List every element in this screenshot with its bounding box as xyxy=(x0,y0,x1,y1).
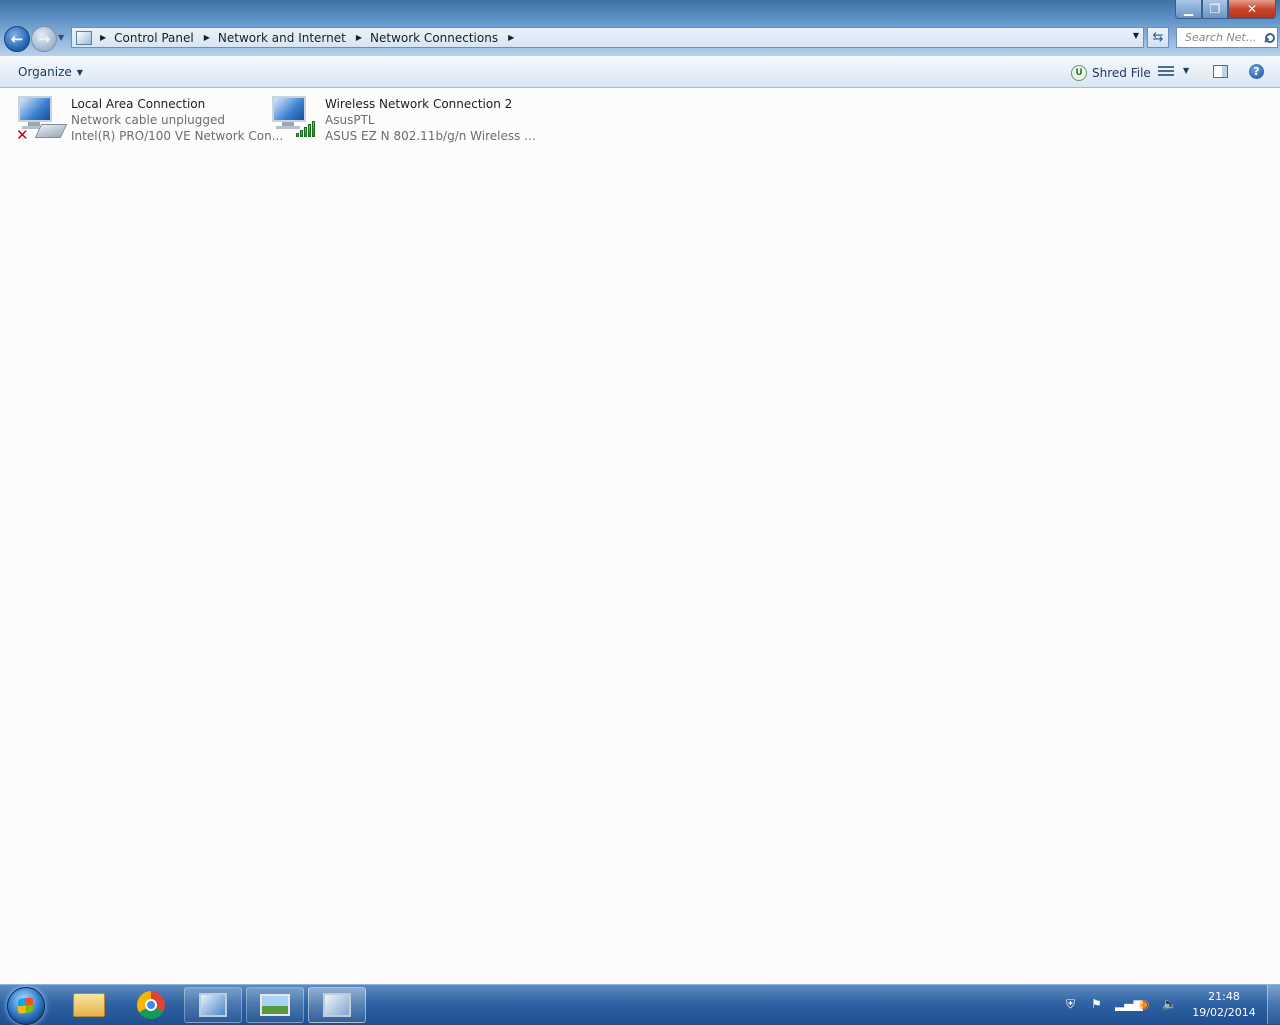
shred-file-label: Shred File xyxy=(1092,66,1151,80)
connection-device: ASUS EZ N 802.11b/g/n Wireless ... xyxy=(325,129,536,143)
address-history-dropdown-icon[interactable]: ▼ xyxy=(1133,31,1139,40)
disconnected-x-icon: ✕ xyxy=(16,126,29,144)
security-shield-icon[interactable]: ⛨ xyxy=(1066,997,1075,1012)
close-button[interactable]: ✕ xyxy=(1228,0,1276,19)
recent-pages-dropdown[interactable]: ▼ xyxy=(58,33,64,42)
organize-menu-button[interactable]: Organize ▼ xyxy=(18,65,83,79)
chevron-down-icon: ▼ xyxy=(76,67,83,77)
taskbar-photo-viewer[interactable] xyxy=(246,987,304,1023)
shred-file-button[interactable]: U Shred File xyxy=(1071,65,1151,81)
connection-status: Network cable unplugged xyxy=(71,113,226,127)
connection-item-local-area[interactable]: ✕ Local Area Connection Network cable un… xyxy=(16,94,283,146)
connection-item-wireless[interactable]: Wireless Network Connection 2 AsusPTL AS… xyxy=(270,94,536,146)
breadcrumb-separator-icon[interactable]: ▶ xyxy=(100,33,106,42)
refresh-button[interactable]: ⇆ xyxy=(1147,27,1169,48)
breadcrumb-network-and-internet[interactable]: Network and Internet xyxy=(218,31,346,45)
chrome-icon xyxy=(137,991,165,1019)
restore-button[interactable]: ❐ xyxy=(1202,0,1228,19)
taskbar-explorer[interactable] xyxy=(60,987,118,1023)
forward-button[interactable]: → xyxy=(31,26,57,52)
taskbar-control-panel[interactable] xyxy=(308,987,366,1023)
shred-icon: U xyxy=(1071,65,1087,81)
breadcrumb-control-panel[interactable]: Control Panel xyxy=(114,31,194,45)
windows-explorer-icon xyxy=(73,993,105,1017)
signal-strength-icon xyxy=(296,121,318,137)
preview-pane-icon[interactable] xyxy=(1213,65,1228,78)
refresh-icon: ⇆ xyxy=(1152,30,1164,45)
ethernet-cable-icon xyxy=(34,124,68,138)
arrow-left-icon: ← xyxy=(10,30,24,48)
address-bar[interactable]: ▶ Control Panel ▶ Network and Internet ▶… xyxy=(71,27,1144,48)
connection-status: AsusPTL xyxy=(325,113,375,127)
start-button[interactable] xyxy=(7,987,45,1025)
clock-time: 21:48 xyxy=(1208,990,1240,1003)
wired-network-disconnected-icon: ✕ xyxy=(16,94,68,144)
connection-name: Local Area Connection xyxy=(71,97,206,111)
tray-app-icon[interactable]: ◉ xyxy=(1139,997,1149,1011)
breadcrumb-separator-icon[interactable]: ▶ xyxy=(204,33,210,42)
breadcrumb-network-connections[interactable]: Network Connections xyxy=(370,31,498,45)
taskbar-remote-desktop[interactable] xyxy=(184,987,242,1023)
taskbar xyxy=(0,984,1280,1025)
wireless-network-icon xyxy=(270,94,318,142)
view-options-dropdown-icon[interactable]: ▼ xyxy=(1183,66,1189,75)
back-button[interactable]: ← xyxy=(4,26,30,52)
remote-desktop-icon xyxy=(199,993,227,1017)
window-controls: ▁ ❐ ✕ xyxy=(1175,0,1276,20)
organize-label: Organize xyxy=(18,65,72,79)
breadcrumb-separator-icon[interactable]: ▶ xyxy=(508,33,514,42)
clock-date: 19/02/2014 xyxy=(1192,1006,1256,1019)
minimize-button[interactable]: ▁ xyxy=(1175,0,1202,19)
breadcrumb-separator-icon[interactable]: ▶ xyxy=(356,33,362,42)
photo-viewer-icon xyxy=(260,994,290,1016)
action-center-flag-icon[interactable]: ⚑ xyxy=(1091,997,1102,1011)
help-icon[interactable]: ? xyxy=(1249,64,1264,79)
volume-icon[interactable]: 🔈 xyxy=(1162,997,1177,1011)
search-icon[interactable] xyxy=(1265,32,1275,43)
change-view-icon[interactable] xyxy=(1158,64,1174,78)
taskbar-chrome[interactable] xyxy=(122,987,180,1023)
search-input[interactable] xyxy=(1183,30,1261,45)
show-desktop-button[interactable] xyxy=(1267,985,1280,1024)
search-box[interactable] xyxy=(1176,27,1278,48)
control-panel-icon xyxy=(76,30,92,45)
system-clock[interactable]: 21:48 19/02/2014 xyxy=(1188,989,1260,1021)
connection-device: Intel(R) PRO/100 VE Network Con... xyxy=(71,129,284,143)
arrow-right-icon: → xyxy=(37,30,51,48)
connection-name: Wireless Network Connection 2 xyxy=(325,97,513,111)
control-panel-icon xyxy=(323,993,351,1017)
